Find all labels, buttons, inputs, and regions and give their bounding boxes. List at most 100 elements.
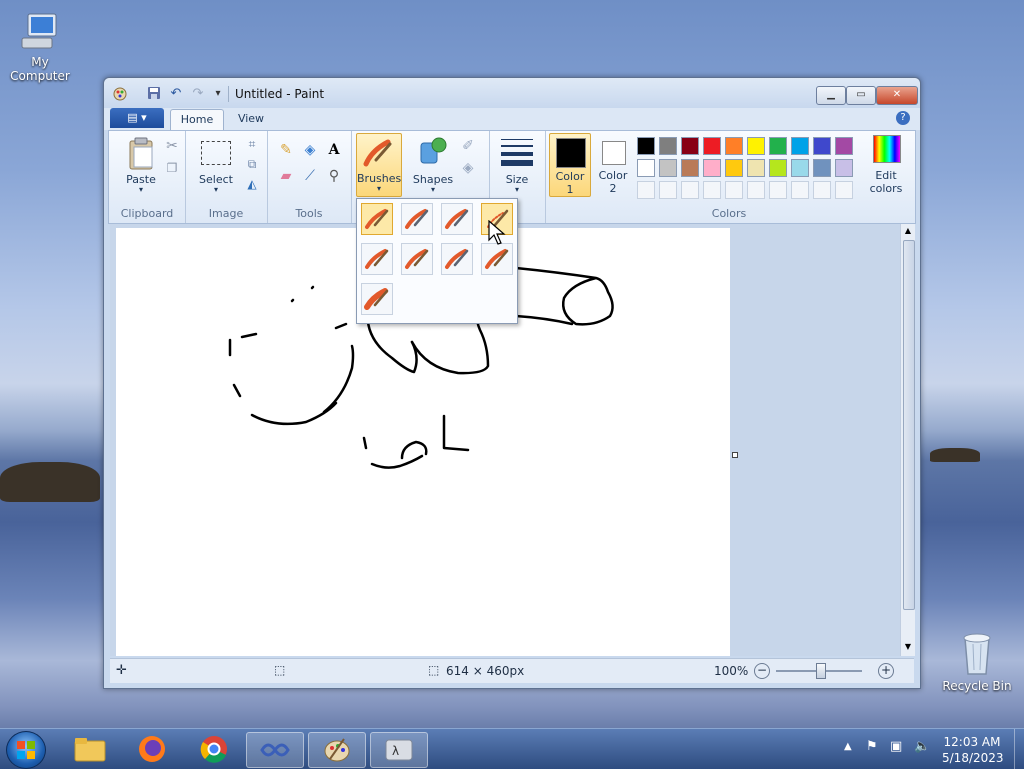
color-swatch[interactable] (637, 137, 655, 155)
tab-view[interactable]: View (230, 109, 272, 129)
crayon-option[interactable] (401, 243, 433, 275)
color2-button[interactable]: Color 2 (593, 133, 633, 195)
tab-home[interactable]: Home (170, 109, 224, 130)
custom-color-slot[interactable] (791, 181, 809, 199)
color-swatch[interactable] (681, 159, 699, 177)
maximize-button[interactable]: ▭ (846, 86, 876, 105)
rotate-icon[interactable]: ◭ (243, 175, 261, 193)
volume-icon[interactable]: 🔈 (914, 739, 930, 754)
color-swatch[interactable] (791, 137, 809, 155)
save-icon[interactable] (146, 86, 162, 102)
select-button[interactable]: Select ▾ (193, 135, 239, 194)
trash-icon (963, 633, 991, 675)
color-swatch[interactable] (659, 137, 677, 155)
taskbar-explorer[interactable] (62, 732, 118, 766)
color-swatch[interactable] (725, 137, 743, 155)
marker-option[interactable] (441, 243, 473, 275)
zoom-in-button[interactable]: + (878, 663, 894, 679)
brushes-button[interactable]: Brushes ▾ (356, 133, 402, 197)
redo-icon[interactable]: ↷ (190, 86, 206, 102)
start-button[interactable] (6, 731, 46, 769)
paste-icon (129, 137, 153, 170)
recycle-bin-icon[interactable]: Recycle Bin (940, 630, 1014, 693)
taskbar-paint[interactable] (308, 732, 366, 768)
scroll-down-arrow[interactable]: ▼ (903, 642, 913, 652)
custom-color-slot[interactable] (813, 181, 831, 199)
shape-fill-icon[interactable]: ◈ (459, 159, 477, 177)
color-swatch[interactable] (747, 137, 765, 155)
color-swatch[interactable] (703, 137, 721, 155)
clock[interactable]: 12:03 AM 5/18/2023 (942, 734, 1004, 766)
minimize-button[interactable]: ▁ (816, 86, 846, 105)
paste-button[interactable]: Paste ▾ (119, 135, 163, 194)
taskbar-chrome[interactable] (186, 732, 242, 766)
natural-pencil-option[interactable] (481, 243, 513, 275)
calligraphy-brush-2-option[interactable] (441, 203, 473, 235)
zoom-out-button[interactable]: − (754, 663, 770, 679)
color-swatch[interactable] (725, 159, 743, 177)
network-icon[interactable]: ▣ (890, 739, 902, 754)
color-swatch[interactable] (747, 159, 765, 177)
color-swatch[interactable] (835, 159, 853, 177)
color-swatch[interactable] (659, 159, 677, 177)
color-swatch[interactable] (769, 159, 787, 177)
color-swatch[interactable] (681, 137, 699, 155)
paint-menu-button[interactable]: ▤ ▾ (110, 108, 164, 128)
brush-icon (365, 209, 389, 229)
color-swatch[interactable] (813, 159, 831, 177)
help-icon[interactable]: ? (896, 111, 910, 125)
color-swatch[interactable] (835, 137, 853, 155)
taskbar-app-terminal[interactable]: λ (370, 732, 428, 768)
size-button[interactable]: Size ▾ (495, 135, 539, 194)
colors-group: Color 1 Color 2 Edit colors Colors (545, 131, 913, 223)
sea-rock (0, 462, 100, 502)
shapes-button[interactable]: Shapes ▾ (411, 135, 455, 194)
brush-option[interactable] (361, 203, 393, 235)
edit-colors-button[interactable]: Edit colors (863, 133, 909, 195)
color-swatch[interactable] (703, 159, 721, 177)
eraser-icon[interactable]: ▰ (277, 167, 295, 185)
taskbar-app-infinity[interactable] (246, 732, 304, 768)
custom-color-slot[interactable] (835, 181, 853, 199)
pencil-icon[interactable]: ✎ (277, 141, 295, 159)
custom-color-slot[interactable] (659, 181, 677, 199)
color-swatch[interactable] (637, 159, 655, 177)
zoom-slider-thumb[interactable] (816, 663, 826, 679)
action-center-icon[interactable]: ⚑ (866, 739, 878, 754)
color-picker-icon[interactable]: ⟋ (301, 167, 319, 185)
cut-icon[interactable]: ✂ (163, 137, 181, 155)
outline-icon[interactable]: ✐ (459, 137, 477, 155)
scroll-up-arrow[interactable]: ▲ (903, 226, 913, 236)
undo-icon[interactable]: ↶ (168, 86, 184, 102)
close-button[interactable]: ✕ (876, 86, 918, 105)
magnifier-icon[interactable]: ⚲ (325, 167, 343, 185)
crop-icon[interactable]: ⌗ (243, 135, 261, 153)
color-swatch[interactable] (813, 137, 831, 155)
custom-color-slot[interactable] (725, 181, 743, 199)
canvas-resize-handle[interactable] (732, 452, 738, 458)
oil-brush-option[interactable] (361, 243, 393, 275)
calligraphy-brush-1-option[interactable] (401, 203, 433, 235)
show-desktop-button[interactable] (1014, 729, 1024, 769)
fill-icon[interactable]: ◈ (301, 141, 319, 159)
copy-icon[interactable]: ❐ (163, 159, 181, 177)
custom-color-slot[interactable] (703, 181, 721, 199)
paint-app-icon[interactable] (112, 86, 128, 102)
custom-color-slot[interactable] (769, 181, 787, 199)
vertical-scrollbar[interactable]: ▲ ▼ (900, 224, 915, 656)
taskbar-firefox[interactable] (124, 732, 180, 766)
color1-button[interactable]: Color 1 (549, 133, 591, 197)
color-swatch[interactable] (791, 159, 809, 177)
custom-color-slot[interactable] (747, 181, 765, 199)
custom-color-slot[interactable] (681, 181, 699, 199)
customize-quick-access-icon[interactable]: ▾ (210, 86, 226, 102)
color-swatch[interactable] (769, 137, 787, 155)
show-hidden-icons-button[interactable]: ▲ (844, 741, 852, 752)
resize-icon[interactable]: ⧉ (243, 155, 261, 173)
my-computer-icon[interactable]: My Computer (2, 10, 78, 83)
scrollbar-thumb[interactable] (903, 240, 915, 610)
title-bar[interactable]: ↶ ↷ ▾ Untitled - Paint ▁ ▭ ✕ (104, 78, 920, 108)
watercolor-brush-option[interactable] (361, 283, 393, 315)
text-icon[interactable]: A (325, 141, 343, 159)
custom-color-slot[interactable] (637, 181, 655, 199)
